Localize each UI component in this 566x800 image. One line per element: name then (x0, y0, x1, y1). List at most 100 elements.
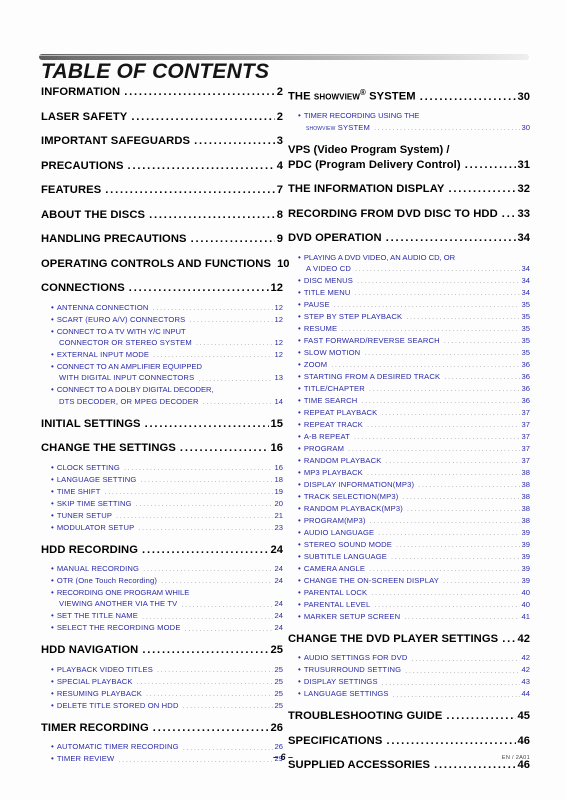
toc-subentry-clock-setting[interactable]: • CLOCK SETTING..........................… (41, 462, 283, 473)
toc-entry-specifications[interactable]: SPECIFICATIONS..........................… (288, 734, 530, 749)
toc-entry-information[interactable]: INFORMATION.............................… (41, 85, 283, 100)
toc-entry-important-safeguards[interactable]: IMPORTANT SAFEGUARDS....................… (41, 134, 283, 149)
toc-subentry-track-selection-mp3[interactable]: • TRACK SELECTION(MP3)...................… (288, 491, 530, 502)
toc-subentry-external-input-mode[interactable]: • EXTERNAL INPUT MODE....................… (41, 349, 283, 360)
toc-subentry-repeat-playback[interactable]: • REPEAT PLAYBACK........................… (288, 407, 530, 418)
toc-subentry-parental-level[interactable]: • PARENTAL LEVEL.........................… (288, 599, 530, 610)
toc-subentry-connect-to-a-dolby-digital-decoder[interactable]: • CONNECT TO A DOLBY DIGITAL DECODER, DTS … (41, 384, 283, 407)
toc-entry-dvd-operation[interactable]: DVD OPERATION...........................… (288, 231, 530, 246)
toc-subentry-title-menu[interactable]: • TITLE MENU.............................… (288, 287, 530, 298)
toc-entry-the-information-display[interactable]: THE INFORMATION DISPLAY.................… (288, 182, 530, 197)
toc-subentry-language-setting[interactable]: • LANGUAGE SETTING.......................… (41, 474, 283, 485)
toc-subentry-repeat-track[interactable]: • REPEAT TRACK...........................… (288, 419, 530, 430)
dot-leader: ........................................… (381, 409, 519, 418)
toc-subentry-zoom[interactable]: • ZOOM...................................… (288, 359, 530, 370)
toc-subentry-random-playback[interactable]: • RANDOM PLAYBACK........................… (288, 455, 530, 466)
toc-subentry-fast-forward-reverse-search[interactable]: • FAST FORWARD/REVERSE SEARCH............… (288, 335, 530, 346)
toc-subentry-stereo-sound-mode[interactable]: • STEREO SOUND MODE......................… (288, 539, 530, 550)
toc-subentry-language-settings[interactable]: • LANGUAGE SETTINGS......................… (288, 688, 530, 699)
toc-subentry-page: 24 (274, 611, 283, 621)
toc-subentry-automatic-timer-recording[interactable]: • AUTOMATIC TIMER RECORDING..............… (41, 741, 283, 752)
bullet-icon: • (298, 515, 301, 525)
toc-entry-label: INITIAL SETTINGS (41, 417, 141, 430)
toc-subentry-line1: • CONNECT TO A DOLBY DIGITAL DECODER, (51, 384, 283, 395)
toc-subentry-subtitle-language[interactable]: • SUBTITLE LANGUAGE......................… (288, 551, 530, 562)
toc-subentry-slow-motion[interactable]: • SLOW MOTION............................… (288, 347, 530, 358)
toc-entry-handling-precautions[interactable]: HANDLING PRECAUTIONS....................… (41, 232, 283, 247)
toc-entry-about-the-discs[interactable]: ABOUT THE DISCS.........................… (41, 208, 283, 223)
toc-entry-label: FEATURES (41, 184, 102, 196)
toc-entry-the-showview-system[interactable]: THE ShowView® SYSTEM....................… (288, 85, 530, 105)
toc-subentry-time-search[interactable]: • TIME SEARCH............................… (288, 395, 530, 406)
toc-subentry-mp3-playback[interactable]: • MP3 PLAYBACK...........................… (288, 467, 530, 478)
toc-subentry-audio-settings-for-dvd[interactable]: • AUDIO SETTINGS FOR DVD.................… (288, 652, 530, 663)
toc-subentry-random-playback-mp3[interactable]: • RANDOM PLAYBACK(MP3)...................… (288, 503, 530, 514)
toc-entry-initial-settings[interactable]: INITIAL SETTINGS........................… (41, 417, 283, 432)
toc-subentry-step-by-step-playback[interactable]: • STEP BY STEP PLAYBACK..................… (288, 311, 530, 322)
toc-subentry-tuner-setup[interactable]: • TUNER SETUP............................… (41, 510, 283, 521)
toc-subentry-manual-recording[interactable]: • MANUAL RECORDING.......................… (41, 563, 283, 574)
toc-subentry-display-settings[interactable]: • DISPLAY SETTINGS.......................… (288, 676, 530, 687)
toc-subentry-scart-euro-a-v-connectors[interactable]: • SCART (EURO A/V) CONNECTORS............… (41, 314, 283, 325)
toc-entry-hdd-navigation[interactable]: HDD NAVIGATION..........................… (41, 643, 283, 658)
toc-subentry-select-the-recording-mode[interactable]: • SELECT THE RECORDING MODE..............… (41, 622, 283, 633)
toc-subentry-antenna-connection[interactable]: • ANTENNA CONNECTION.....................… (41, 302, 283, 313)
toc-subentry-recording-one-program-while[interactable]: • RECORDING ONE PROGRAM WHILE VIEWING ANOT… (41, 587, 283, 610)
dot-leader: ........................................… (156, 666, 273, 675)
toc-subentry-program[interactable]: • PROGRAM................................… (288, 443, 530, 454)
toc-subentry-change-the-on-screen-display[interactable]: • CHANGE THE ON-SCREEN DISPLAY...........… (288, 575, 530, 586)
toc-subentry-starting-from-a-desired-track[interactable]: • STARTING FROM A DESIRED TRACK..........… (288, 371, 530, 382)
bullet-icon: • (298, 599, 301, 609)
toc-subentry-label: SLOW MOTION (303, 347, 361, 357)
toc-subentry-camera-angle[interactable]: • CAMERA ANGLE...........................… (288, 563, 530, 574)
toc-subentry-connect-to-a-tv-with-y-c-input[interactable]: • CONNECT TO A TV WITH Y/C INPUT CONNECTOR… (41, 326, 283, 349)
toc-subentry-parental-lock[interactable]: • PARENTAL LOCK..........................… (288, 587, 530, 598)
toc-subentry-page: 23 (274, 522, 283, 532)
toc-subentry-display-information-mp3[interactable]: • DISPLAY INFORMATION(MP3)...............… (288, 479, 530, 490)
toc-subentry-time-shift[interactable]: • TIME SHIFT.............................… (41, 486, 283, 497)
toc-entry-features[interactable]: FEATURES................................… (41, 183, 283, 198)
toc-entry-troubleshooting-guide[interactable]: TROUBLESHOOTING GUIDE...................… (288, 709, 530, 724)
toc-subentry-resume[interactable]: • RESUME.................................… (288, 323, 530, 334)
toc-subentry-program-mp3[interactable]: • PROGRAM(MP3)...........................… (288, 515, 530, 526)
toc-entry-label: THE ShowView® SYSTEM (288, 88, 416, 103)
toc-subentry-special-playback[interactable]: • SPECIAL PLAYBACK.......................… (41, 676, 283, 687)
toc-subentry-connect-to-an-amplifier-equipped[interactable]: • CONNECT TO AN AMPLIFIER EQUIPPED WITH DI… (41, 361, 283, 384)
toc-subentry-a-b-repeat[interactable]: • A-B REPEAT.............................… (288, 431, 530, 442)
bullet-icon: • (298, 275, 301, 285)
toc-entry-connections[interactable]: CONNECTIONS.............................… (41, 281, 283, 296)
toc-subentry-list: • CLOCK SETTING..........................… (41, 462, 283, 533)
toc-subentry-modulator-setup[interactable]: • MODULATOR SETUP........................… (41, 522, 283, 533)
toc-subentry-timer-recording-using-the[interactable]: • TIMER RECORDING USING THE ShowView SYSTE… (288, 110, 530, 133)
toc-subentry-audio-language[interactable]: • AUDIO LANGUAGE.........................… (288, 527, 530, 538)
toc-entry-recording-from-dvd-disc-to-hdd[interactable]: RECORDING FROM DVD DISC TO HDD..........… (288, 207, 530, 222)
toc-subentry-pause[interactable]: • PAUSE..................................… (288, 299, 530, 310)
toc-subentry-trusurround-setting[interactable]: • TRUSURROUND SETTING....................… (288, 664, 530, 675)
toc-subentry-otr-one-touch-recording[interactable]: • OTR (One Touch Recording)..............… (41, 575, 283, 586)
toc-entry-change-the-settings[interactable]: CHANGE THE SETTINGS.....................… (41, 441, 283, 456)
toc-entry-page: 15 (270, 417, 283, 430)
bullet-icon: • (51, 742, 54, 752)
toc-subentry-title-chapter[interactable]: • TITLE/CHAPTER..........................… (288, 383, 530, 394)
toc-subentry-disc-menus[interactable]: • DISC MENUS.............................… (288, 275, 530, 286)
toc-entry-precautions[interactable]: PRECAUTIONS.............................… (41, 159, 283, 174)
toc-subentry-marker-setup-screen[interactable]: • MARKER SETUP SCREEN....................… (288, 611, 530, 622)
toc-entry-hdd-recording[interactable]: HDD RECORDING...........................… (41, 543, 283, 558)
toc-subentry-page: 24 (274, 623, 283, 633)
toc-entry-vps-video-program-system-pdc-program-delivery-co[interactable]: VPS (Video Program System) / PDC (Program… (288, 143, 530, 173)
toc-subentry-list: • ANTENNA CONNECTION.....................… (41, 302, 283, 408)
dot-leader: ........................................… (392, 690, 520, 699)
toc-entry-timer-recording[interactable]: TIMER RECORDING.........................… (41, 721, 283, 736)
toc-subentry-resuming-playback[interactable]: • RESUMING PLAYBACK......................… (41, 688, 283, 699)
bullet-icon: • (298, 347, 301, 357)
toc-subentry-label: TIME SEARCH (303, 395, 358, 405)
toc-subentry-skip-time-setting[interactable]: • SKIP TIME SETTING......................… (41, 498, 283, 509)
toc-subentry-playing-a-dvd-video-an-audio-cd-or[interactable]: • PLAYING A DVD VIDEO, AN AUDIO CD, OR A V… (288, 252, 530, 275)
toc-entry-laser-safety[interactable]: LASER SAFETY............................… (41, 110, 283, 125)
toc-subentry-delete-title-stored-on-hdd[interactable]: • DELETE TITLE STORED ON HDD.............… (41, 700, 283, 711)
toc-subentry-set-the-title-name[interactable]: • SET THE TITLE NAME.....................… (41, 610, 283, 621)
toc-entry-operating-controls-and-functions[interactable]: OPERATING CONTROLS AND FUNCTIONS........… (41, 257, 290, 272)
dot-leader: ........................................… (369, 565, 519, 574)
toc-entry-change-the-dvd-player-settings[interactable]: CHANGE THE DVD PLAYER SETTINGS..........… (288, 632, 530, 647)
toc-subentry-playback-video-titles[interactable]: • PLAYBACK VIDEO TITLES..................… (41, 664, 283, 675)
